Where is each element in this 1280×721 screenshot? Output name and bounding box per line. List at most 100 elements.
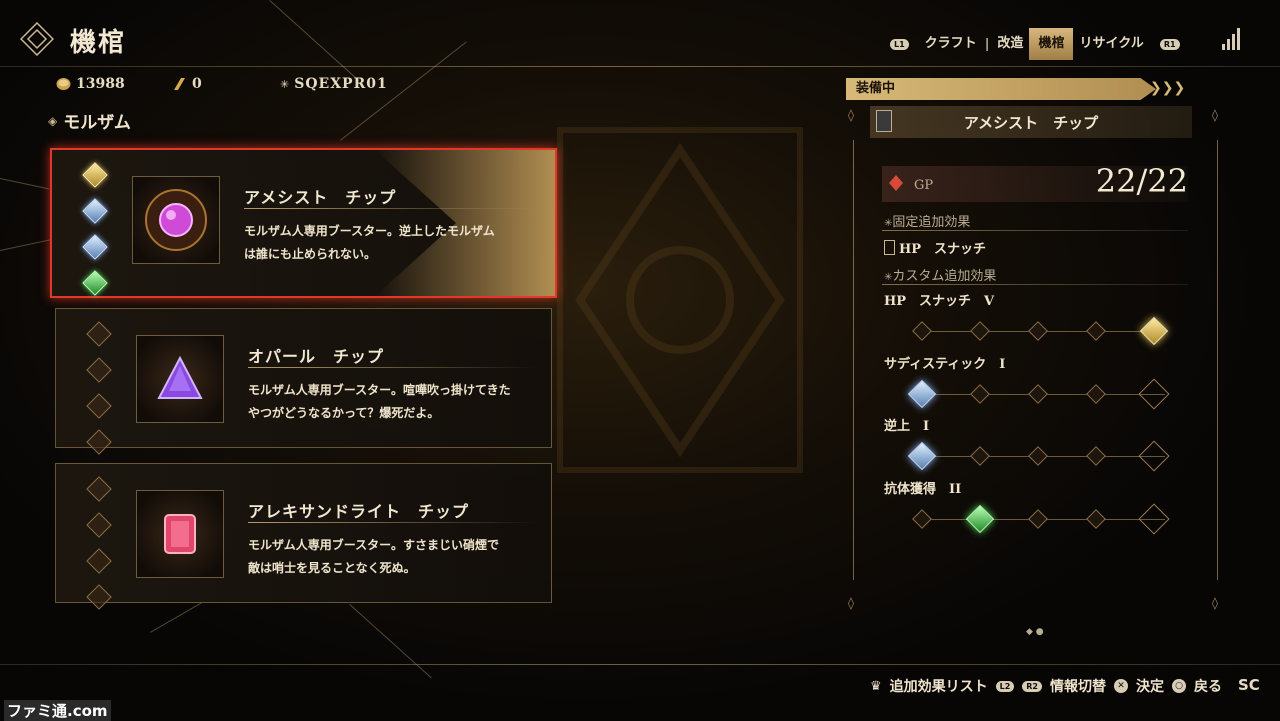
custom-effect-label: HP スナッチ V [884,294,995,309]
back-hint[interactable]: 戻る [1194,676,1222,696]
gold-currency: 13988 [56,76,125,92]
crown-icon: ♛ [869,678,882,694]
level-node [970,446,990,466]
chip-desc-line: モルザム人専用ブースター。すさまじい硝煙で [248,538,500,552]
slot-gem-blue [82,198,108,224]
chip-description: モルザム人専用ブースター。逆上したモルザム は誰にも止められない。 [244,220,544,266]
chip-desc-line: モルザム人専用ブースター。喧嘩吹っ掛けてきた [248,383,511,397]
slot-empty [86,321,112,347]
r1-button-hint[interactable]: R1 [1159,38,1180,50]
effect-level-track[interactable] [907,440,1170,472]
chip-name: アレキサンドライト チップ [248,502,470,521]
chip-desc-line: やつがどうなるかって？爆死だよ。 [248,406,440,420]
slot-empty [86,548,112,574]
gp-label: GP [914,178,934,193]
chip-card-opal[interactable]: オパール チップ モルザム人専用ブースター。喧嘩吹っ掛けてきた やつがどうなるか… [55,308,552,455]
chip-card-amethyst[interactable]: アメシスト チップ モルザム人専用ブースター。逆上したモルザム は誰にも止められ… [50,148,557,298]
r2-button-hint[interactable]: R2 [1022,680,1042,692]
fixed-effect-icon [884,240,895,255]
menu-emblem-icon [20,22,54,56]
panel-ornament-icon: ◊ [1212,108,1218,122]
category-diamond-icon: ◈ [48,113,58,128]
chip-slots [84,474,114,612]
effect-level-track[interactable] [912,503,1170,535]
tab-separator: | [984,36,990,52]
chip-name: アメシスト チップ [244,188,397,207]
info-switch-hint[interactable]: 情報切替 [1050,676,1106,696]
brand-mark: SC [1238,676,1260,694]
panel-ornament-icon: ◊ [848,108,854,122]
custom-effects-header: ✳カスタム追加効果 [884,265,996,284]
level-node [970,321,990,341]
equipped-banner: 装備中 [846,78,1156,100]
effect-level-track[interactable] [912,316,1169,347]
level-node [1028,321,1048,341]
alexandrite-chip-icon [136,490,224,578]
custom-effect-label: 逆上 I [884,419,930,434]
player-id-text: SQEXPR01 [294,76,388,92]
gp-value: 22/22 [1095,162,1188,200]
chip-description: モルザム人専用ブースター。すさまじい硝煙で 敵は哨士を見ることなく死ぬ。 [248,534,548,580]
custom-effect-label: 抗体獲得 II [884,482,962,497]
slot-gem-green [82,270,108,296]
section-divider [882,230,1188,231]
level-node [1086,384,1106,404]
level-node [1138,378,1170,410]
tab-kikan[interactable]: 機棺 [1029,28,1074,60]
custom-effects-title: カスタム追加効果 [892,269,997,284]
level-node [1028,384,1048,404]
effect-level-track[interactable] [907,378,1170,410]
slot-gem-blue [82,234,108,260]
slot-gem-gold [82,162,108,188]
slot-empty [86,393,112,419]
tab-bar: L1 クラフト | 改造 機棺 リサイクル R1 [880,28,1190,60]
fixed-effects-header: ✳固定追加効果 [884,211,970,230]
fixed-effect-name: HP スナッチ [899,242,987,257]
chip-slots [80,160,110,298]
chip-desc-line: モルザム人専用ブースター。逆上したモルザム [244,224,495,238]
confirm-hint[interactable]: 決定 [1136,676,1164,696]
background-rune-ornament [557,127,803,473]
level-node [1086,509,1106,529]
gold-coin-icon [56,78,71,90]
level-node [912,321,932,341]
l1-button-hint[interactable]: L1 [890,38,909,50]
chip-slots [84,319,114,457]
fixed-effects-title: 固定追加効果 [892,215,971,230]
chip-description: モルザム人専用ブースター。喧嘩吹っ掛けてきた やつがどうなるかって？爆死だよ。 [248,379,548,425]
footer-hints: ♛ 追加効果リスト L2 R2 情報切替 ✕ 決定 ○ 戻る [870,676,1222,696]
circle-button-icon: ○ [1172,679,1186,693]
player-id: ✳ SQEXPR01 [280,76,388,92]
level-node [1028,509,1048,529]
custom-effect-label: サディスティック I [884,357,1006,372]
header-divider [0,66,1280,67]
tab-modify[interactable]: 改造 [991,28,1029,60]
level-node-active [965,504,995,534]
page-indicator: ◆ ● [1026,627,1044,637]
slot-empty [86,357,112,383]
level-node [970,384,990,404]
cross-button-icon: ✕ [1114,679,1128,693]
level-node [1138,503,1170,535]
equipped-chip-name: アメシスト チップ [963,114,1099,132]
slot-empty [86,512,112,538]
level-node [912,509,932,529]
points-currency: 0 [172,76,202,92]
level-node [1086,446,1106,466]
tab-recycle[interactable]: リサイクル [1073,28,1149,60]
chip-card-alexandrite[interactable]: アレキサンドライト チップ モルザム人専用ブースター。すさまじい硝煙で 敵は哨士… [55,463,552,610]
panel-ornament-icon: ◊ [1212,596,1218,610]
fixed-effect: HP スナッチ [884,238,986,257]
level-node [1086,321,1106,341]
chip-desc-line: 敵は哨士を見ることなく死ぬ。 [248,561,416,575]
tab-craft[interactable]: クラフト [919,28,983,60]
effect-list-hint[interactable]: 追加効果リスト [890,676,988,696]
panel-left-border [853,140,854,580]
gold-amount: 13988 [76,76,125,92]
l2-button-hint[interactable]: L2 [995,680,1015,692]
equipped-name-bar: アメシスト チップ [870,106,1192,138]
level-node [1028,446,1048,466]
panel-right-border [1217,140,1218,580]
chip-desc-line: は誰にも止められない。 [244,247,377,261]
category-name: モルザム [63,113,131,133]
